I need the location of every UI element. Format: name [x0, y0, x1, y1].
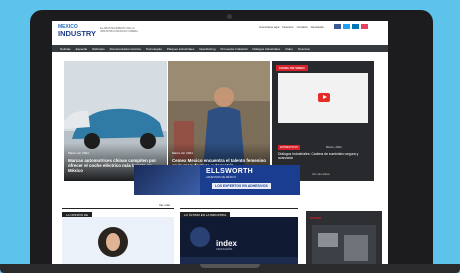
hero-date: Marzo 22, 2024 — [172, 151, 193, 155]
nav-item-parks[interactable]: Parques Industriales — [167, 47, 194, 51]
more-videos-link[interactable]: Ver más videos — [312, 173, 330, 176]
nav-item-dialogues[interactable]: Diálogos Industriales — [252, 47, 280, 51]
site-logo[interactable]: MEXICO INDUSTRY — [58, 25, 98, 39]
top-links: Anunciarse aquí Nosotros Contacto Newsle… — [259, 25, 324, 29]
nav-item-special[interactable]: Especial — [76, 47, 87, 51]
nav-item-about[interactable]: Nosotros — [298, 47, 310, 51]
opinion-section-header: LA OPINIÓN DE Ver más — [62, 203, 174, 218]
video-date: Marzo, 2024 — [326, 145, 342, 149]
ad-subtitle: ADHESIVES DE MÉXICO — [206, 176, 237, 179]
facebook-icon[interactable] — [334, 24, 341, 29]
nav-item-docs[interactable]: Documentación técnica — [110, 47, 141, 51]
social-links — [334, 24, 368, 29]
nav-item-nearshoring[interactable]: Nearshoring — [199, 47, 215, 51]
author-face — [106, 233, 120, 251]
camera-icon — [227, 14, 232, 19]
nav-item-news[interactable]: Noticias — [60, 47, 71, 51]
video-channel-badge: CANAL DE VIDEO — [276, 65, 308, 71]
see-more-link[interactable]: Ver más — [159, 203, 170, 207]
news-card-subtitle: ASOCIACIÓN — [216, 248, 233, 251]
top-link-newsletter[interactable]: Newsletter — [311, 25, 324, 29]
video-channel-panel: CANAL DE VIDEO ENTREVISTAS Marzo, 2024 D… — [272, 61, 374, 181]
nav-item-video[interactable]: Video — [285, 47, 293, 51]
hero-date: Marzo 22, 2024 — [68, 151, 89, 155]
ellsworth-ad-banner[interactable]: ELLSWORTH ADHESIVES DE MÉXICO LOS EXPERT… — [134, 165, 300, 195]
nav-item-webinars[interactable]: Webinars — [92, 47, 105, 51]
latest-section-header: LO ÚLTIMO EN LA INDUSTRIA — [180, 203, 298, 218]
ad-brand: ELLSWORTH — [206, 168, 254, 175]
ad-image — [134, 165, 200, 195]
instagram-icon[interactable] — [361, 24, 368, 29]
twitter-icon[interactable] — [343, 24, 350, 29]
hero-article-2[interactable]: Marzo 22, 2024 Cemex Mexico encuentra el… — [168, 61, 270, 181]
main-nav: Noticias Especial Webinars Documentación… — [52, 45, 388, 52]
hero-article-1[interactable]: Marzo 22, 2024 Marcas automotrices china… — [64, 61, 167, 181]
video-thumbnail[interactable] — [278, 73, 368, 123]
site-header: MEXICO INDUSTRY EL ABASTECIMIENTO DE LA … — [52, 21, 388, 43]
top-link-advertise[interactable]: Anunciarse aquí — [259, 25, 279, 29]
laptop-notch — [200, 264, 260, 268]
logo-line-2: INDUSTRY — [58, 29, 97, 38]
browser-screen: MEXICO INDUSTRY EL ABASTECIMIENTO DE LA … — [52, 21, 388, 273]
nav-item-supplier[interactable]: Proveedor Industrial — [221, 47, 248, 51]
video-category: ENTREVISTAS — [278, 145, 300, 150]
play-icon[interactable] — [318, 93, 330, 102]
nav-item-tech[interactable]: Tecnologías — [146, 47, 162, 51]
ad-tagline: LOS EXPERTOS EN ADHESIVOS — [212, 183, 271, 189]
site-tagline: EL ABASTECIMIENTO DE LA INDUSTRIA MANUFA… — [100, 27, 138, 34]
video-title[interactable]: Diálogos Industriales: Cadena de suminis… — [278, 152, 370, 160]
top-link-contact[interactable]: Contacto — [297, 25, 308, 29]
linkedin-icon[interactable] — [352, 24, 359, 29]
news-card-brand: index — [216, 239, 237, 248]
top-link-about[interactable]: Nosotros — [282, 25, 293, 29]
side-ad-brand: sense — [310, 215, 322, 220]
